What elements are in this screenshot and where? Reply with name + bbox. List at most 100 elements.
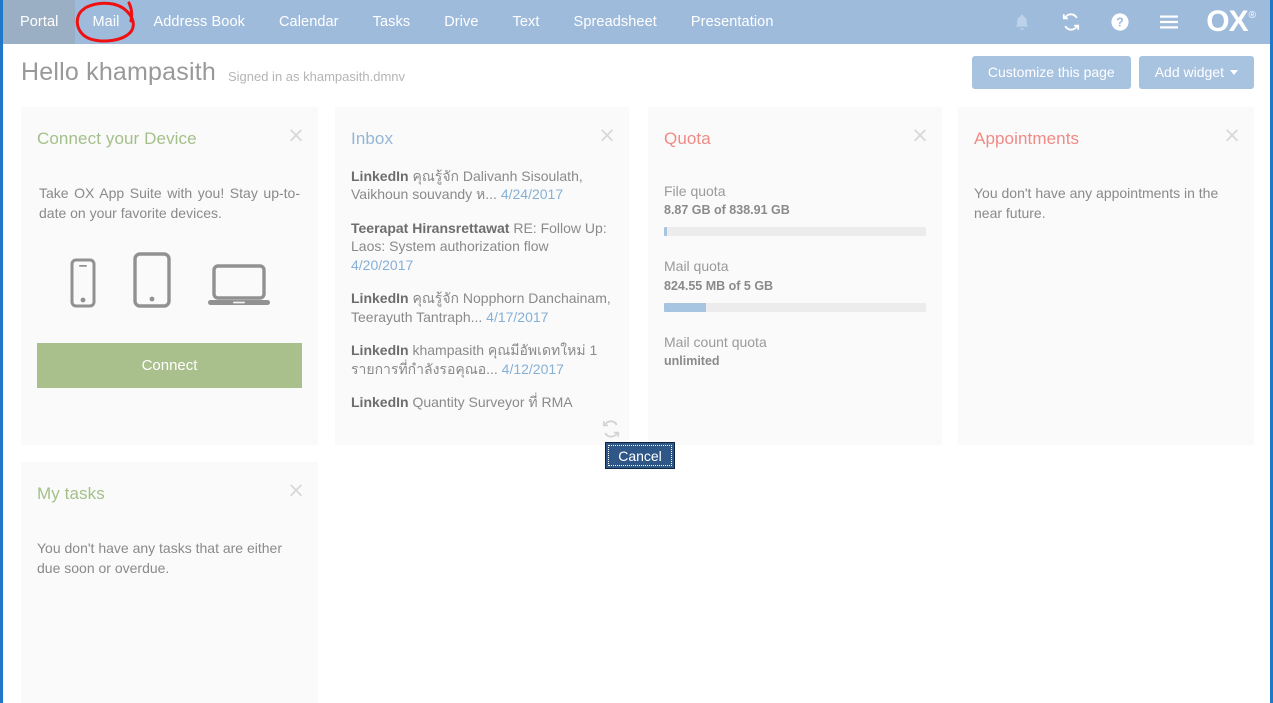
cancel-button-label: Cancel (618, 447, 662, 464)
quota-value: unlimited (664, 353, 720, 368)
mail-sender: LinkedIn (351, 290, 409, 307)
top-bar-actions: ? OX ® (1000, 0, 1270, 44)
ox-logo-registered-mark: ® (1248, 10, 1256, 21)
app-window: Portal Mail Address Book Calendar Tasks … (0, 0, 1273, 703)
help-icon[interactable]: ? (1098, 0, 1142, 44)
customize-page-button[interactable]: Customize this page (971, 55, 1131, 90)
refresh-icon[interactable] (1049, 0, 1093, 44)
close-icon[interactable]: × (1223, 125, 1241, 146)
close-icon[interactable]: × (287, 125, 305, 146)
quota-progress-fill (664, 302, 707, 312)
nav-tab-spreadsheet[interactable]: Spreadsheet (557, 0, 674, 44)
widget-inbox: Inbox × LinkedIn คุณรู้จัก Dalivanh Siso… (335, 107, 629, 445)
device-icons (37, 224, 302, 313)
nav-tab-portal[interactable]: Portal (3, 0, 76, 44)
mail-date: 4/17/2017 (486, 308, 549, 325)
quota-value: 824.55 MB of 5 GB (664, 278, 774, 293)
page-title: Hello khampasith (21, 58, 216, 86)
widget-body: You don't have any tasks that are either… (21, 516, 318, 595)
quota-value: 8.87 GB of 838.91 GB (664, 203, 790, 218)
widget-header: Connect your Device × (21, 107, 318, 161)
nav-tab-spreadsheet-label: Spreadsheet (573, 14, 657, 30)
nav-tab-text-label: Text (512, 14, 540, 30)
add-widget-label: Add widget (1154, 63, 1224, 80)
close-icon[interactable]: × (911, 125, 929, 146)
nav-tab-mail[interactable]: Mail (75, 0, 136, 44)
widget-body: You don't have any appointments in the n… (958, 161, 1254, 240)
widget-header: My tasks × (21, 462, 318, 516)
chevron-down-icon (1230, 69, 1238, 75)
tablet-icon (131, 251, 173, 313)
nav-tab-calendar[interactable]: Calendar (262, 0, 356, 44)
greeting-bar: Hello khampasith Signed in as khampasith… (3, 44, 1270, 101)
close-icon[interactable]: × (598, 125, 616, 146)
nav-tab-drive[interactable]: Drive (427, 0, 495, 44)
quota-item-file: File quota 8.87 GB of 838.91 GB (664, 161, 926, 237)
list-item[interactable]: LinkedIn khampasith คุณมีอัพเดทใหม่ 1 รา… (351, 341, 613, 378)
refresh-icon[interactable] (601, 419, 621, 439)
widget-body: File quota 8.87 GB of 838.91 GB Mail quo… (648, 161, 942, 384)
nav-tab-presentation[interactable]: Presentation (674, 0, 791, 44)
menu-icon[interactable] (1147, 0, 1191, 44)
nav-tab-portal-label: Portal (20, 14, 59, 30)
ox-logo[interactable]: OX ® (1196, 7, 1260, 37)
widget-title: Connect your Device (37, 129, 197, 148)
mail-date: 4/12/2017 (501, 360, 564, 377)
quota-item-mail: Mail quota 824.55 MB of 5 GB (664, 236, 926, 312)
page-actions: Customize this page Add widget (971, 55, 1254, 90)
quota-progress-fill (664, 227, 667, 237)
quota-label: Mail quota (664, 258, 729, 275)
list-item[interactable]: LinkedIn คุณรู้จัก Dalivanh Sisoulath, V… (351, 167, 613, 204)
nav-tab-presentation-label: Presentation (690, 14, 774, 30)
laptop-icon (207, 262, 271, 313)
widget-my-tasks: My tasks × You don't have any tasks that… (21, 462, 318, 703)
widget-header: Appointments × (958, 107, 1254, 161)
nav-tab-address-book[interactable]: Address Book (136, 0, 261, 44)
list-item[interactable]: Teerapat Hiransrettawat RE: Follow Up: L… (351, 219, 613, 274)
add-widget-button[interactable]: Add widget (1138, 55, 1254, 90)
quota-progress-bar (664, 227, 926, 237)
widget-quota: Quota × File quota 8.87 GB of 838.91 GB … (648, 107, 942, 445)
widget-appointments: Appointments × You don't have any appoin… (958, 107, 1254, 445)
nav-tab-calendar-label: Calendar (278, 14, 339, 30)
mail-list: LinkedIn คุณรู้จัก Dalivanh Sisoulath, V… (351, 161, 613, 412)
widget-title: Quota (664, 129, 711, 148)
widget-title: My tasks (37, 484, 105, 503)
quota-label: File quota (664, 183, 726, 199)
widget-header: Inbox × (335, 107, 629, 161)
nav-tab-drive-label: Drive (444, 14, 479, 30)
widget-header: Quota × (648, 107, 942, 161)
ox-logo-text: OX (1206, 5, 1248, 38)
empty-state-message: You don't have any tasks that are either… (37, 540, 282, 577)
mail-date: 4/24/2017 (500, 186, 564, 203)
nav-tab-text[interactable]: Text (496, 0, 557, 44)
mail-sender: LinkedIn (351, 342, 409, 359)
list-item[interactable]: LinkedIn คุณรู้จัก Nopphorn Danchainam, … (351, 289, 613, 326)
nav-tab-tasks-label: Tasks (372, 14, 411, 30)
list-item[interactable]: LinkedIn Quantity Surveyor ที่ RMA (351, 393, 613, 411)
connect-button-label: Connect (141, 356, 198, 374)
nav-tab-address-book-label: Address Book (153, 14, 245, 30)
quota-item-mail-count: Mail count quota unlimited (664, 312, 926, 368)
svg-text:?: ? (1116, 16, 1124, 30)
portal-widget-board: Connect your Device × Take OX App Suite … (3, 107, 1270, 703)
mail-sender: Teerapat Hiransrettawat (351, 219, 510, 236)
app-tabs: Portal Mail Address Book Calendar Tasks … (3, 0, 791, 44)
widget-title: Appointments (974, 129, 1080, 148)
empty-state-message: You don't have any appointments in the n… (974, 185, 1219, 222)
quota-label: Mail count quota (664, 333, 767, 350)
top-navigation-bar: Portal Mail Address Book Calendar Tasks … (3, 0, 1270, 44)
cancel-button[interactable]: Cancel (605, 442, 675, 469)
customize-page-label: Customize this page (987, 63, 1115, 80)
mail-sender: LinkedIn (351, 168, 409, 184)
mail-date: 4/20/2017 (351, 256, 414, 273)
close-icon[interactable]: × (287, 480, 305, 501)
connect-button[interactable]: Connect (37, 342, 302, 388)
nav-tab-tasks[interactable]: Tasks (356, 0, 428, 44)
mail-subject: Quantity Surveyor ที่ RMA (412, 394, 573, 411)
nav-tab-mail-label: Mail (92, 14, 120, 30)
widget-body: Take OX App Suite with you! Stay up-to-d… (21, 161, 318, 404)
bell-icon[interactable] (1000, 0, 1044, 44)
signed-in-as-label: Signed in as khampasith.dmnv (227, 69, 406, 84)
widget-title: Inbox (351, 129, 394, 148)
